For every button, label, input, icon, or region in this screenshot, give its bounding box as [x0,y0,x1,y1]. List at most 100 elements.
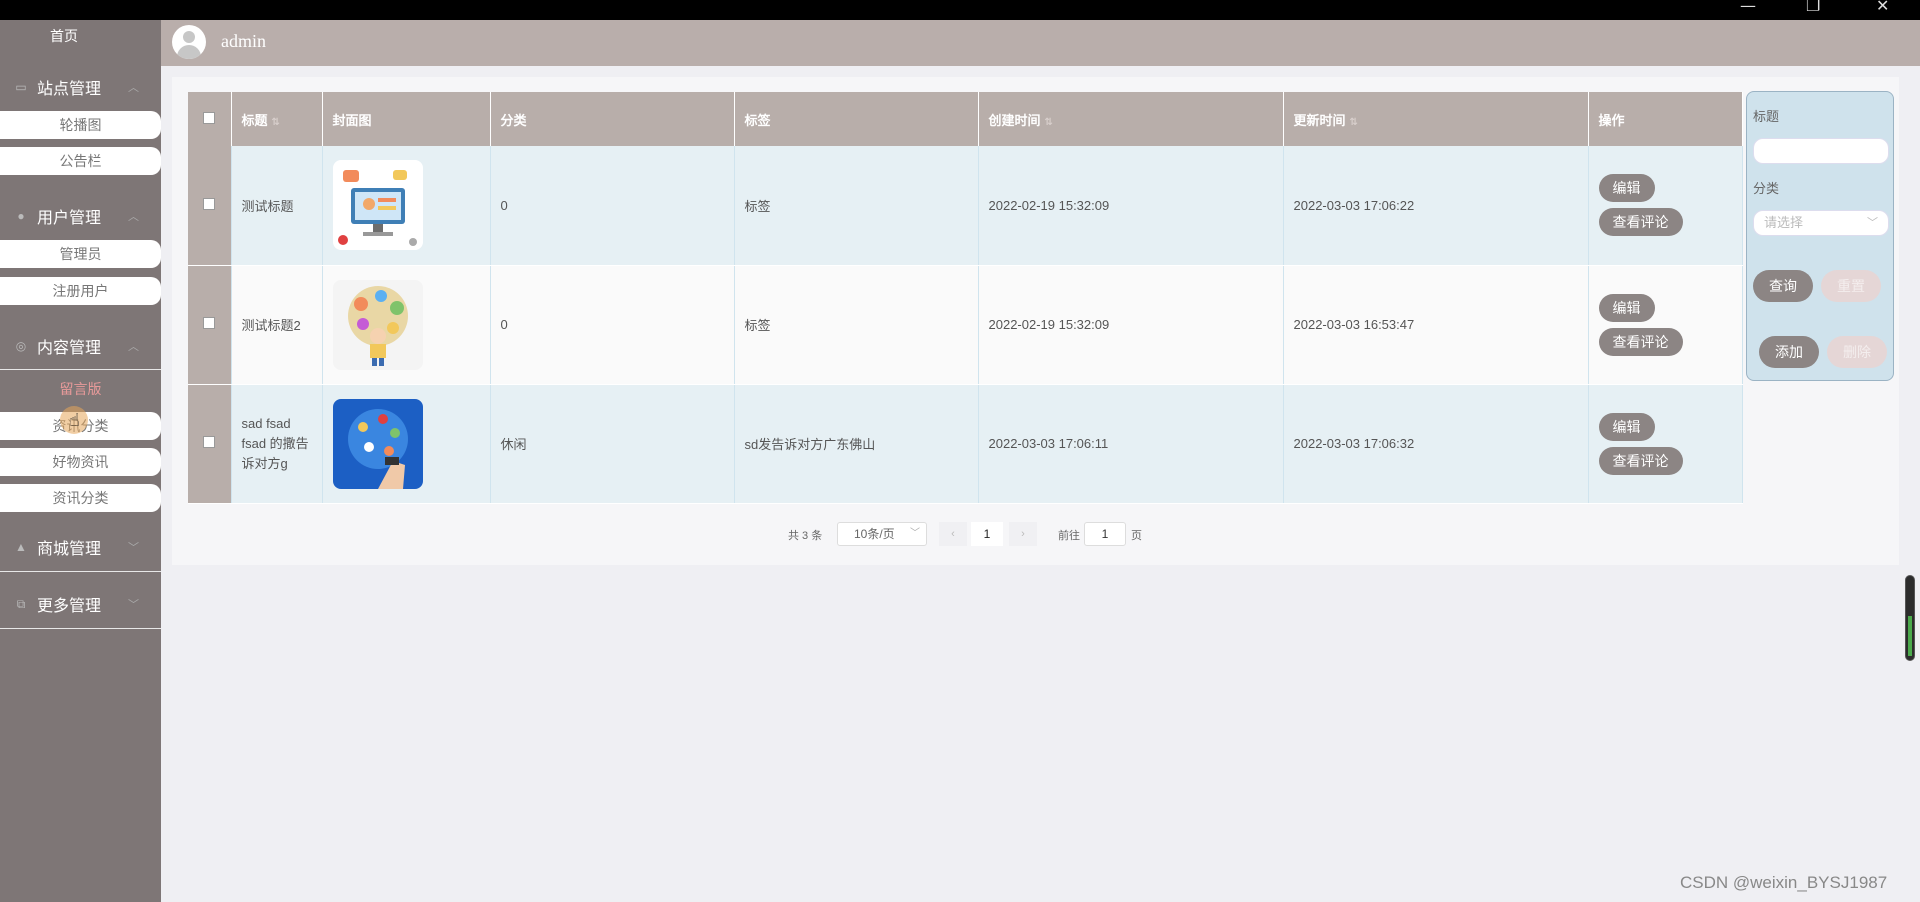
col-header-actions: 操作 [1588,92,1743,146]
sidebar-group-users[interactable]: ● 用户管理 ︿ [0,199,161,233]
col-header-updated[interactable]: 更新时间 ⇅ [1283,92,1589,146]
col-header-category: 分类 [490,92,735,146]
sidebar-item-news-category-2[interactable]: 资讯分类 [0,484,161,512]
table-row: 测试标题2 0 标签 2022-02-19 15:32:09 2022-03-0… [188,265,1743,385]
cell-actions: 编辑 查看评论 [1588,384,1743,504]
col-tag-label: 标签 [744,112,771,128]
scrollbar[interactable] [1905,575,1915,661]
divider [0,369,161,370]
sidebar-item-carousel[interactable]: 轮播图 [0,111,161,139]
header-bar: admin [161,20,1920,66]
col-actions-label: 操作 [1598,112,1625,128]
cover-image[interactable] [332,279,423,370]
cell-tag: 标签 [734,146,979,266]
edit-button[interactable]: 编辑 [1598,293,1655,322]
filter-category-select[interactable]: 请选择 ﹀ [1753,210,1889,236]
cell-cover [322,384,491,504]
message-icon: ◎ [15,339,27,353]
row-checkbox[interactable] [203,317,216,329]
edit-button[interactable]: 编辑 [1598,412,1655,441]
window-title-bar: — ❐ ✕ [0,0,1920,20]
sort-icon[interactable]: ⇅ [1350,117,1358,128]
row-select-cell[interactable] [188,265,232,385]
cover-image[interactable] [332,398,423,489]
sidebar-group-label: 内容管理 [37,340,102,357]
reset-button[interactable]: 重置 [1821,270,1881,302]
hand-cursor-icon: ☝ [69,410,80,430]
goto-label: 前往 [1058,530,1080,542]
add-button[interactable]: 添加 [1759,336,1819,368]
sort-icon[interactable]: ⇅ [272,117,280,128]
page-size-select[interactable]: 10条/页 ﹀ [837,522,927,546]
minimize-icon[interactable]: — [1740,0,1756,15]
prev-page-button[interactable]: ‹ [939,522,967,546]
chevron-down-icon: ﹀ [1867,217,1878,229]
sidebar-item-registered-users[interactable]: 注册用户 [0,277,161,305]
sidebar-group-more[interactable]: ⧉ 更多管理 ﹀ [0,587,161,621]
sidebar-item-message-board[interactable]: 留言版 [0,375,161,403]
col-header-title[interactable]: 标题 ⇅ [231,92,323,146]
view-comments-button[interactable]: 查看评论 [1598,208,1683,237]
sidebar-group-content[interactable]: ◎ 内容管理 ︿ [0,329,161,363]
copy-icon: ⧉ [16,596,26,611]
sidebar-item-notice[interactable]: 公告栏 [0,147,161,175]
filter-title-label: 标题 [1753,109,1780,124]
view-comments-button[interactable]: 查看评论 [1598,446,1683,475]
sidebar-group-label: 站点管理 [37,81,102,98]
computer-illustration [332,160,423,251]
chevron-down-icon: ﹀ [910,528,920,539]
sidebar-group-shop[interactable]: ▲ 商城管理 ﹀ [0,530,161,564]
monitor-icon: ▭ [15,80,27,94]
user-icon: ● [17,209,25,223]
select-all-checkbox[interactable] [203,111,216,124]
col-header-tag: 标签 [734,92,979,146]
goto-page-input[interactable]: 1 [1084,522,1126,546]
edit-button[interactable]: 编辑 [1598,174,1655,203]
filter-category-label: 分类 [1753,181,1780,196]
next-page-button[interactable]: › [1009,522,1037,546]
sidebar-group-site[interactable]: ▭ 站点管理 ︿ [0,70,161,104]
data-table: 标题 ⇅ 封面图 分类 标签 创建时间 ⇅ 更新时间 ⇅ 操作 测试标题 0 标… [188,92,1743,504]
avatar[interactable] [172,25,206,59]
chevron-down-icon: ﹀ [128,542,139,554]
divider [0,571,161,572]
view-comments-button[interactable]: 查看评论 [1598,327,1683,356]
col-created-label: 创建时间 [988,112,1041,128]
sort-icon[interactable]: ⇅ [1045,117,1053,128]
sidebar-group-label: 更多管理 [37,598,102,615]
social-media-illustration [332,398,423,489]
select-placeholder: 请选择 [1764,215,1804,230]
col-title-label: 标题 [241,112,268,128]
cell-updated: 2022-03-03 17:06:32 [1283,384,1589,504]
filter-title-input[interactable] [1753,138,1889,164]
sidebar-home[interactable]: 首页 [0,26,128,46]
row-checkbox[interactable] [203,197,216,210]
chevron-down-icon: ﹀ [128,599,139,611]
username[interactable]: admin [221,31,266,52]
col-header-created[interactable]: 创建时间 ⇅ [978,92,1284,146]
page-size-value: 10条/页 [854,527,895,541]
cover-image[interactable] [332,160,423,251]
chevron-up-icon: ︿ [128,82,139,94]
col-updated-label: 更新时间 [1293,112,1346,128]
sidebar-group-label: 商城管理 [37,541,102,558]
query-button[interactable]: 查询 [1753,270,1813,302]
row-checkbox[interactable] [203,436,216,448]
cell-tag: 标签 [734,265,979,385]
cell-title: 测试标题 [231,146,323,266]
cell-category: 休闲 [490,384,735,504]
col-category-label: 分类 [500,112,527,128]
delete-button[interactable]: 删除 [1827,336,1887,368]
chevron-up-icon: ︿ [128,341,139,353]
sidebar-item-admins[interactable]: 管理员 [0,240,161,268]
sidebar-item-goods-news[interactable]: 好物资讯 [0,448,161,476]
cell-cover [322,146,491,266]
table-header-row: 标题 ⇅ 封面图 分类 标签 创建时间 ⇅ 更新时间 ⇅ 操作 [188,92,1743,146]
row-select-cell[interactable] [188,384,232,504]
row-select-cell[interactable] [188,146,232,266]
select-all-cell[interactable] [188,92,232,146]
close-icon[interactable]: ✕ [1876,0,1889,15]
page-number-current[interactable]: 1 [971,522,1003,546]
table-row: sad fsad fsad 的撒告诉对方g 休闲 sd发告诉对方广东佛山 202… [188,384,1743,504]
restore-icon[interactable]: ❐ [1806,0,1820,15]
